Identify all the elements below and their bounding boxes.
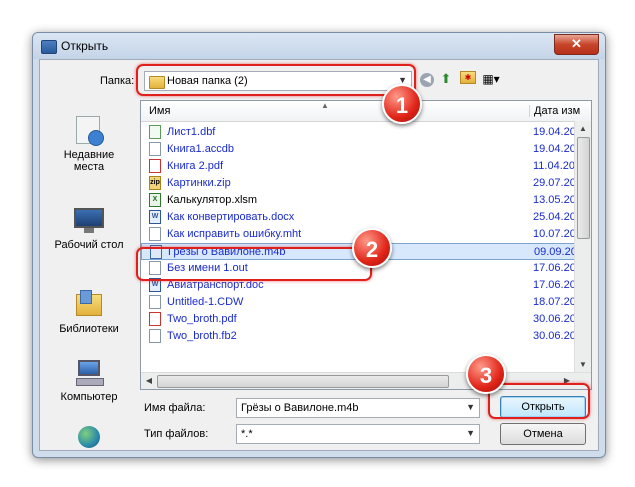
file-name: Two_broth.pdf [167, 313, 237, 325]
title-bar[interactable]: Открыть ✕ [33, 33, 605, 59]
file-date: 19.04.20 [533, 143, 576, 155]
place-computer[interactable]: Компьютер [44, 356, 134, 403]
table-row[interactable]: W Как конвертировать.docx 25.04.20 [141, 209, 577, 226]
place-desktop[interactable]: Рабочий стол [44, 204, 134, 251]
chevron-down-icon[interactable]: ▼ [466, 402, 475, 412]
filetype-select[interactable]: *.* ▼ [236, 424, 480, 444]
file-date: 19.04.20 [533, 126, 576, 138]
step-badge-1: 1 [382, 84, 422, 124]
table-row[interactable]: Untitled-1.CDW 18.07.20 [141, 294, 577, 311]
excel-file-icon: X [149, 193, 161, 207]
file-name: Как конвертировать.docx [167, 211, 295, 223]
file-date: 11.04.20 [533, 160, 576, 172]
sort-arrow-icon: ▲ [321, 101, 329, 110]
file-name: Книга1.accdb [167, 143, 235, 155]
view-menu-icon[interactable]: ▦▾ [480, 71, 502, 87]
file-name: Как исправить ошибку.mht [167, 228, 302, 240]
scroll-left-icon[interactable]: ◀ [141, 373, 157, 389]
file-date: 18.07.20 [533, 296, 576, 308]
file-name: Книга 2.pdf [167, 160, 224, 172]
file-date: 17.06.20 [533, 262, 576, 274]
file-date: 13.05.20 [533, 194, 576, 206]
network-globe-icon [72, 426, 106, 457]
libraries-icon [72, 288, 106, 320]
filetype-label: Тип файлов: [144, 428, 209, 440]
dbf-file-icon [149, 125, 161, 139]
file-date: 10.07.20 [533, 228, 576, 240]
pdf-file-icon [149, 159, 161, 173]
file-name: Untitled-1.CDW [167, 296, 244, 308]
place-recent-label: Недавние места [63, 149, 115, 173]
step-badge-3: 3 [466, 354, 506, 394]
place-desktop-label: Рабочий стол [54, 239, 124, 251]
recent-places-icon [72, 114, 106, 146]
file-date: 09.09.20 [534, 246, 577, 258]
cancel-button[interactable]: Отмена [500, 423, 586, 445]
table-row[interactable]: X Калькулятор.xlsm 13.05.20 [141, 192, 577, 209]
new-folder-icon[interactable]: ✱ [460, 71, 476, 84]
highlight-folder-combobox [136, 64, 416, 96]
column-header-date[interactable]: Дата изм [529, 105, 580, 117]
highlight-open-button [488, 383, 590, 419]
folder-label: Папка: [100, 75, 135, 87]
file-date: 25.04.20 [533, 211, 576, 223]
horizontal-scroll-thumb[interactable] [157, 375, 449, 388]
place-computer-label: Компьютер [60, 391, 118, 403]
file-name: Two_broth.fb2 [167, 330, 237, 342]
table-row[interactable]: zip Картинки.zip 29.07.20 [141, 175, 577, 192]
dialog-title: Открыть [61, 39, 109, 53]
file-date: 17.06.20 [533, 279, 576, 291]
places-bar: Недавние места Рабочий стол Библиотеки К… [44, 108, 134, 448]
column-header-name[interactable]: Имя [149, 105, 170, 117]
fb2-file-icon [149, 329, 161, 343]
word-file-icon: W [149, 210, 161, 224]
table-row[interactable]: Two_broth.pdf 30.06.20 [141, 311, 577, 328]
computer-icon [72, 356, 106, 388]
cdw-file-icon [149, 295, 161, 309]
file-list-header: Имя ▲ Дата изм [141, 101, 591, 122]
table-row[interactable]: Лист1.dbf 19.04.20 [141, 124, 577, 141]
close-button[interactable]: ✕ [554, 34, 599, 55]
file-name: Картинки.zip [167, 177, 231, 189]
vertical-scroll-thumb[interactable] [577, 137, 590, 239]
file-date: 30.06.20 [533, 313, 576, 325]
up-folder-icon[interactable]: ⬆ [438, 71, 454, 87]
filename-label: Имя файла: [144, 402, 206, 414]
filetype-value: *.* [241, 428, 253, 440]
back-icon[interactable]: ◀ [420, 73, 434, 87]
place-network[interactable] [44, 426, 134, 457]
vertical-scrollbar[interactable]: ▲ ▼ [574, 121, 591, 373]
zip-file-icon: zip [149, 176, 161, 190]
scroll-up-icon[interactable]: ▲ [575, 121, 591, 137]
table-row[interactable]: Книга 2.pdf 11.04.20 [141, 158, 577, 175]
place-libraries-label: Библиотеки [59, 323, 119, 335]
filename-input[interactable]: Грёзы о Вавилоне.m4b ▼ [236, 398, 480, 418]
table-row[interactable]: Книга1.accdb 19.04.20 [141, 141, 577, 158]
desktop-icon [72, 204, 106, 236]
dialog-icon [41, 40, 57, 54]
place-libraries[interactable]: Библиотеки [44, 288, 134, 335]
file-name: Калькулятор.xlsm [167, 194, 258, 206]
file-date: 29.07.20 [533, 177, 576, 189]
mht-file-icon [149, 227, 161, 241]
place-recent[interactable]: Недавние места [44, 114, 134, 173]
scroll-down-icon[interactable]: ▼ [575, 357, 591, 373]
chevron-down-icon: ▼ [466, 428, 475, 438]
table-row[interactable]: Two_broth.fb2 30.06.20 [141, 328, 577, 345]
pdf-file-icon [149, 312, 161, 326]
highlight-selected-file [136, 247, 372, 281]
file-name: Лист1.dbf [167, 126, 216, 138]
filename-value: Грёзы о Вавилоне.m4b [241, 402, 359, 414]
accdb-file-icon [149, 142, 161, 156]
file-date: 30.06.20 [533, 330, 576, 342]
step-badge-2: 2 [352, 228, 392, 268]
